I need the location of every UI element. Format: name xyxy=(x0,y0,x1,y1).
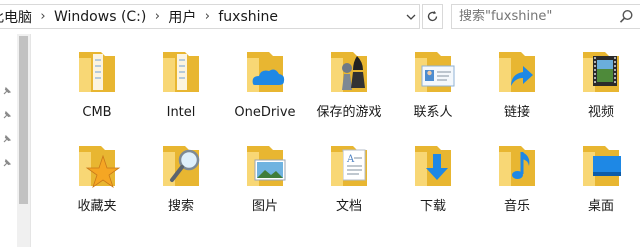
folder-label: 保存的游戏 xyxy=(316,105,382,120)
refresh-icon xyxy=(427,10,438,22)
folder-item-contacts[interactable]: 联系人 xyxy=(397,46,469,121)
address-bar[interactable]: 此电脑 › Windows (C:) › 用户 › fuxshine xyxy=(0,4,420,29)
pin-icon[interactable] xyxy=(2,86,12,96)
links-folder-icon xyxy=(491,46,543,98)
folder-item-documents[interactable]: A 文档 xyxy=(313,140,385,215)
folder-item-onedrive[interactable]: OneDrive xyxy=(229,46,301,121)
navigation-bar: 此电脑 › Windows (C:) › 用户 › fuxshine xyxy=(0,0,640,34)
svg-text:A: A xyxy=(346,154,355,165)
folder-item-music[interactable]: 音乐 xyxy=(481,140,553,215)
documents-folder-icon: A xyxy=(323,140,375,192)
nav-scrollbar-thumb[interactable] xyxy=(19,36,28,204)
file-list: CMB Intel OneDrive 保存的游戏 联系人 链接 视频 收藏夹 搜… xyxy=(31,34,640,247)
folder-item-desktop[interactable]: 桌面 xyxy=(565,140,637,215)
folder-label: OneDrive xyxy=(234,105,296,120)
folder-label: 图片 xyxy=(251,199,278,214)
breadcrumb-chevron-icon[interactable]: › xyxy=(200,9,214,24)
favorites-folder-icon xyxy=(71,140,123,192)
chevron-down-icon xyxy=(406,14,416,20)
folder-label: CMB xyxy=(82,105,112,120)
folder-item-links[interactable]: 链接 xyxy=(481,46,553,121)
folder-icon xyxy=(155,46,207,98)
breadcrumb-fuxshine[interactable]: fuxshine xyxy=(218,9,278,25)
breadcrumb-chevron-icon[interactable]: › xyxy=(150,9,164,24)
folder-label: Intel xyxy=(166,105,196,120)
folder-label: 音乐 xyxy=(503,199,530,214)
pin-icon[interactable] xyxy=(2,158,12,168)
searches-folder-icon xyxy=(155,140,207,192)
breadcrumb-chevron-icon[interactable]: › xyxy=(36,9,50,24)
folder-label: 文档 xyxy=(335,199,362,214)
folder-item-favorites[interactable]: 收藏夹 xyxy=(61,140,133,215)
contacts-folder-icon xyxy=(407,46,459,98)
desktop-folder-icon xyxy=(575,140,627,192)
onedrive-folder-icon xyxy=(239,46,291,98)
search-icon[interactable] xyxy=(619,9,634,24)
breadcrumb-this-pc[interactable]: 此电脑 xyxy=(0,7,32,27)
folder-icon xyxy=(71,46,123,98)
music-folder-icon xyxy=(491,140,543,192)
folder-label: 视频 xyxy=(587,105,614,120)
folder-item-saved-games[interactable]: 保存的游戏 xyxy=(313,46,385,121)
address-history-dropdown[interactable] xyxy=(403,5,419,28)
folder-label: 联系人 xyxy=(413,105,453,120)
pin-icon[interactable] xyxy=(2,110,12,120)
folder-label: 收藏夹 xyxy=(77,199,117,214)
folder-item-pictures[interactable]: 图片 xyxy=(229,140,301,215)
folder-item-cmb[interactable]: CMB xyxy=(61,46,133,121)
refresh-button[interactable] xyxy=(422,4,443,29)
folder-label: 链接 xyxy=(503,105,530,120)
folder-item-videos[interactable]: 视频 xyxy=(565,46,637,121)
search-box[interactable] xyxy=(451,4,640,29)
folder-label: 搜索 xyxy=(167,199,194,214)
folder-label: 下载 xyxy=(419,199,446,214)
breadcrumb-users[interactable]: 用户 xyxy=(168,7,196,27)
folder-item-intel[interactable]: Intel xyxy=(145,46,217,121)
downloads-folder-icon xyxy=(407,140,459,192)
search-input[interactable] xyxy=(459,9,609,24)
videos-folder-icon xyxy=(575,46,627,98)
saved-games-folder-icon xyxy=(323,46,375,98)
pin-icon[interactable] xyxy=(2,134,12,144)
folder-label: 桌面 xyxy=(587,199,614,214)
breadcrumb-windows-c[interactable]: Windows (C:) xyxy=(54,9,146,25)
folder-item-downloads[interactable]: 下载 xyxy=(397,140,469,215)
folder-item-searches[interactable]: 搜索 xyxy=(145,140,217,215)
pictures-folder-icon xyxy=(239,140,291,192)
